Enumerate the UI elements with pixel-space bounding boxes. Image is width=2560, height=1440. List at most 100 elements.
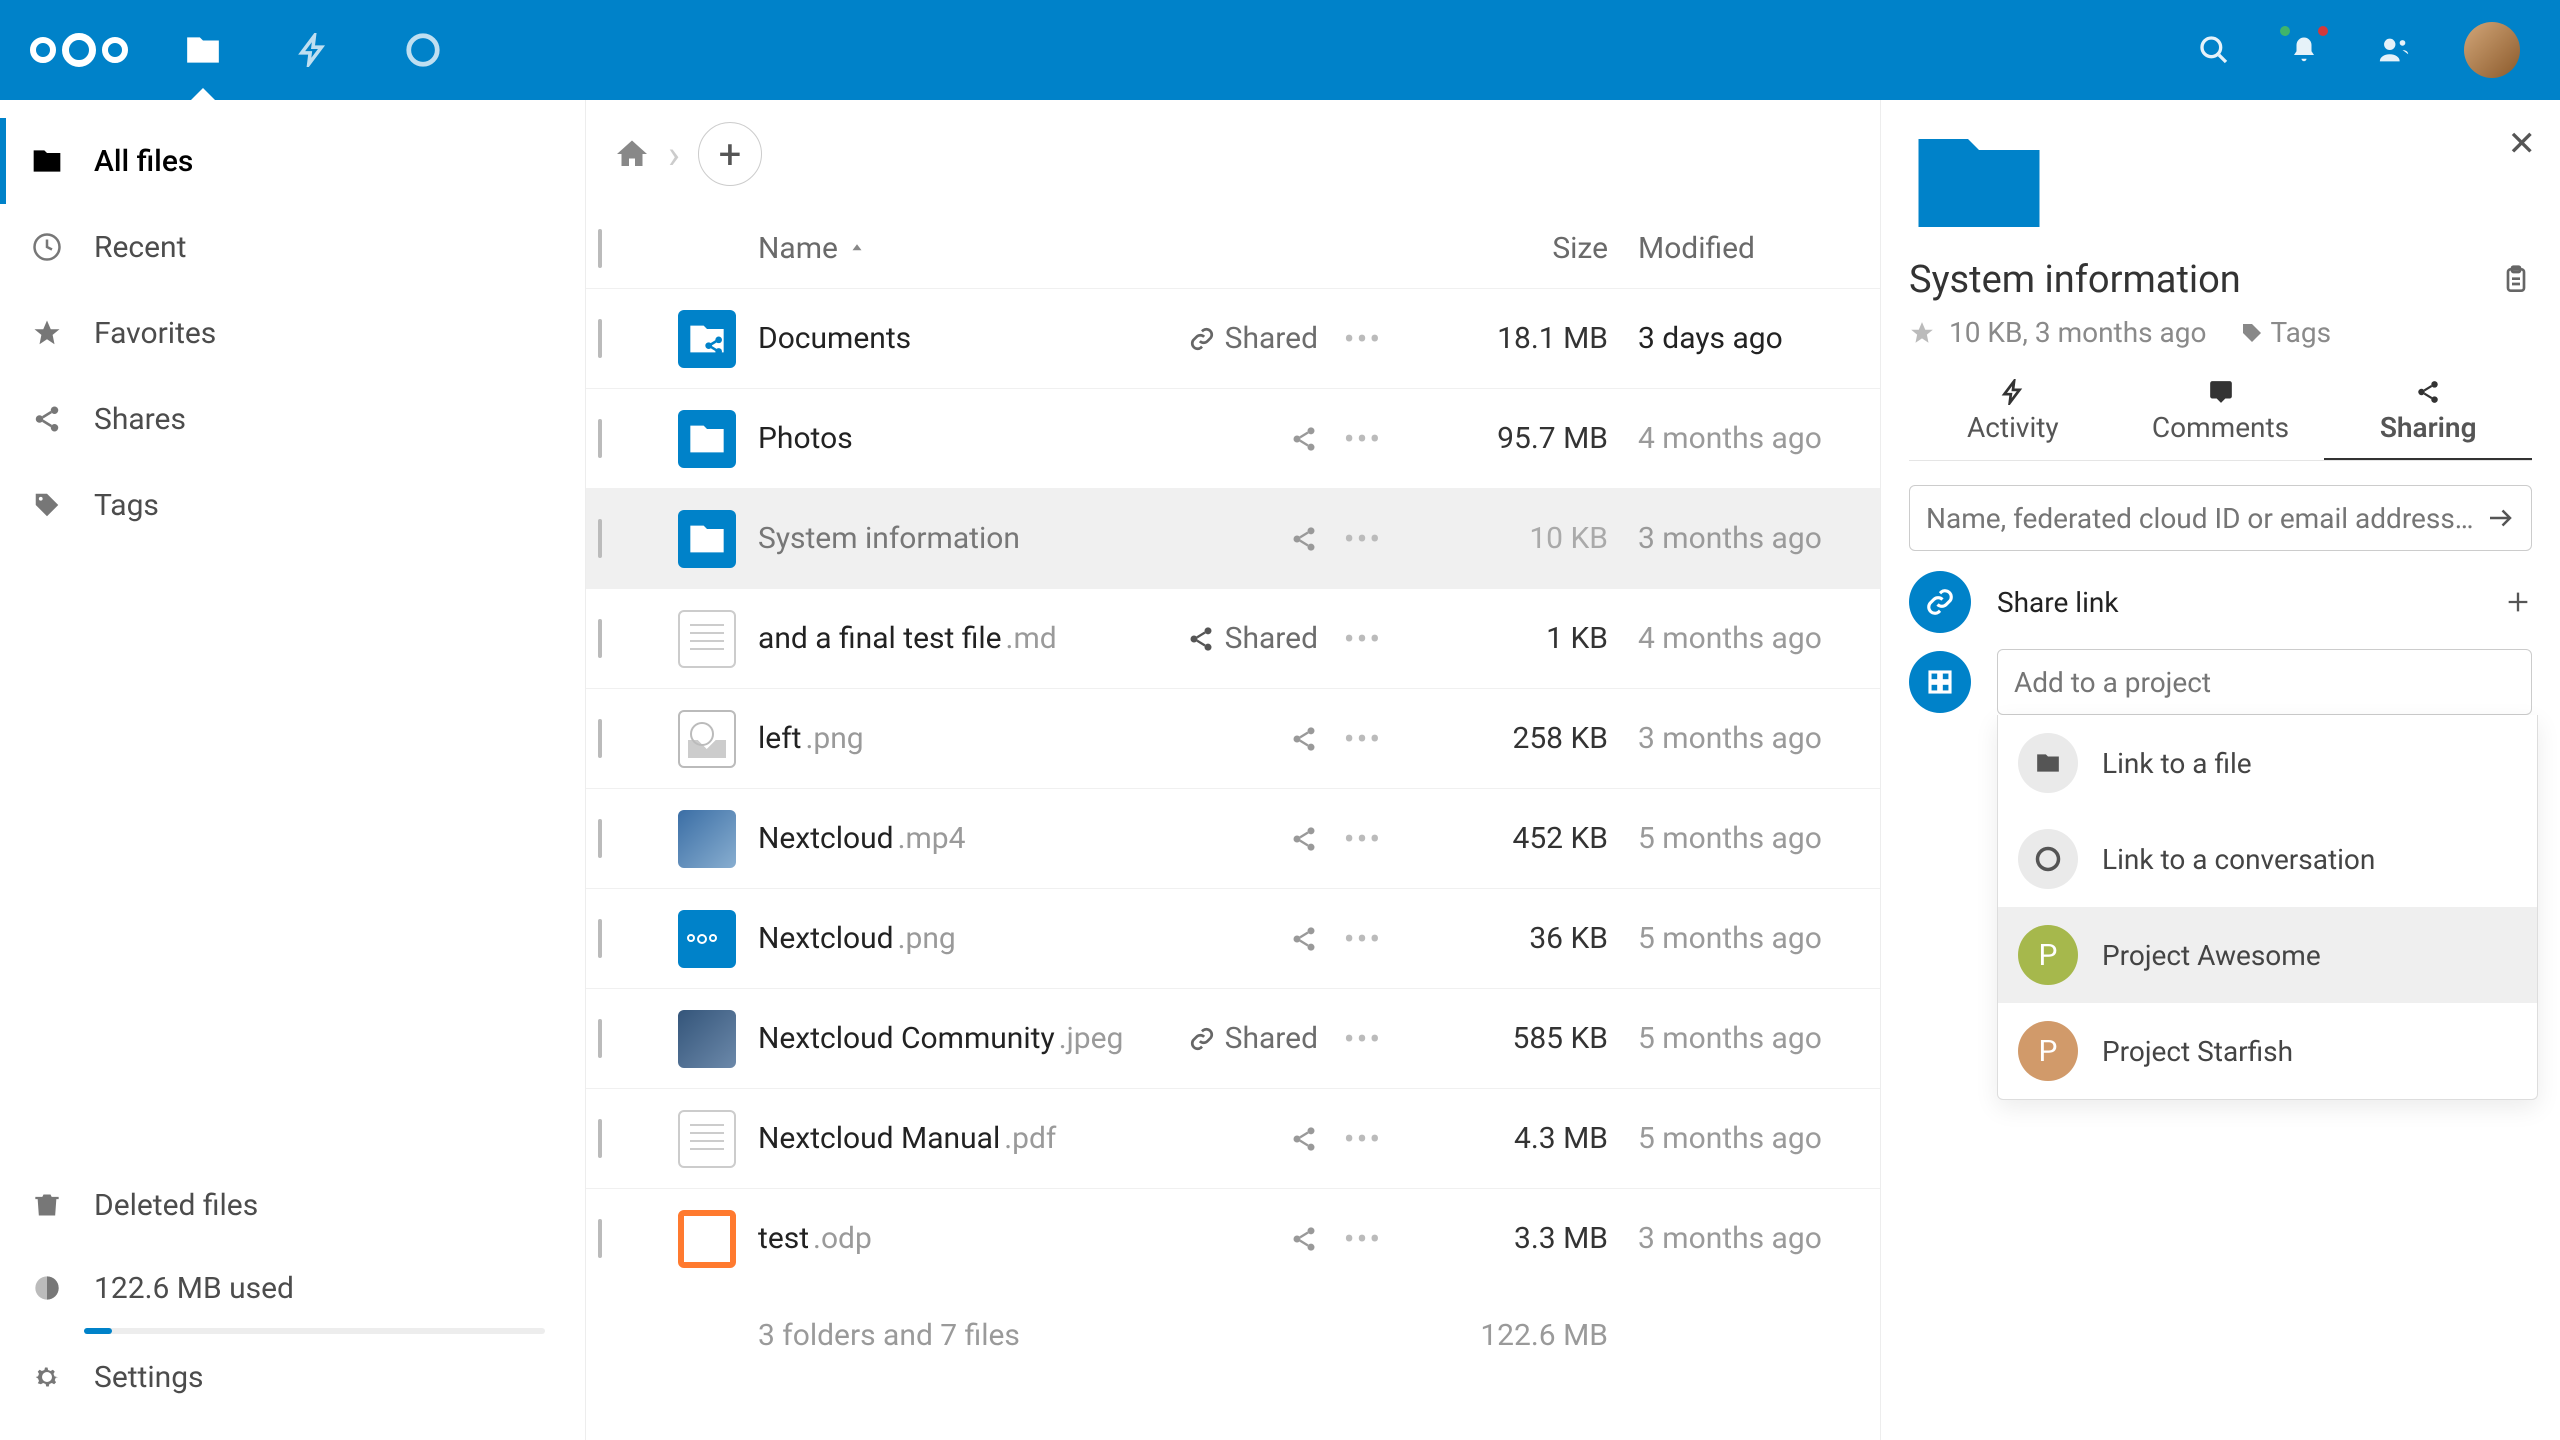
more-icon[interactable]: •••	[1318, 320, 1408, 358]
file-name[interactable]: System information	[758, 521, 1138, 556]
clipboard-icon[interactable]	[2500, 264, 2532, 296]
table-row[interactable]: System information•••10 KB3 months ago	[586, 488, 1880, 588]
row-checkbox[interactable]	[598, 719, 602, 758]
more-icon[interactable]: •••	[1318, 1120, 1408, 1158]
tab-activity[interactable]: Activity	[1909, 369, 2117, 460]
file-name[interactable]: Documents	[758, 321, 1138, 356]
table-row[interactable]: Nextcloud Manual.pdf•••4.3 MB5 months ag…	[586, 1088, 1880, 1188]
file-name[interactable]: Nextcloud Manual.pdf	[758, 1121, 1138, 1156]
share-search-input[interactable]	[1926, 502, 2485, 535]
header-modified[interactable]: Modified	[1608, 231, 1868, 266]
add-button[interactable]: +	[698, 122, 762, 186]
row-checkbox[interactable]	[598, 619, 602, 658]
more-icon[interactable]: •••	[1318, 920, 1408, 958]
home-icon[interactable]	[614, 136, 650, 172]
sidebar-item-all-files[interactable]: All files	[0, 118, 585, 204]
share-search[interactable]	[1909, 485, 2532, 551]
row-checkbox[interactable]	[598, 919, 602, 958]
share-status[interactable]: Shared	[1138, 321, 1318, 356]
add-share-link-icon[interactable]	[2504, 588, 2532, 616]
header-size[interactable]: Size	[1408, 231, 1608, 266]
table-row[interactable]: Photos•••95.7 MB4 months ago	[586, 388, 1880, 488]
tab-comments[interactable]: Comments	[2117, 369, 2325, 460]
dropdown-item[interactable]: PProject Starfish	[1998, 1003, 2537, 1099]
user-avatar[interactable]	[2464, 22, 2520, 78]
close-icon[interactable]: ✕	[2508, 124, 2537, 164]
share-status[interactable]	[1138, 1125, 1318, 1153]
share-status[interactable]: Shared	[1138, 1021, 1318, 1056]
project-input[interactable]	[1997, 649, 2532, 715]
table-row[interactable]: Nextcloud Community.jpegShared•••585 KB5…	[586, 988, 1880, 1088]
dropdown-item-label: Link to a file	[2102, 747, 2252, 780]
file-thumbnail	[678, 1010, 736, 1068]
table-row[interactable]: Nextcloud.png•••36 KB5 months ago	[586, 888, 1880, 988]
file-name[interactable]: test.odp	[758, 1221, 1138, 1256]
row-checkbox[interactable]	[598, 419, 602, 458]
sidebar-item-recent[interactable]: Recent	[0, 204, 585, 290]
row-checkbox[interactable]	[598, 319, 602, 358]
file-modified: 4 months ago	[1608, 621, 1868, 656]
dropdown-item[interactable]: PProject Awesome	[1998, 907, 2537, 1003]
share-status[interactable]	[1138, 1225, 1318, 1253]
file-name[interactable]: Nextcloud Community.jpeg	[758, 1021, 1138, 1056]
more-icon[interactable]: •••	[1318, 520, 1408, 558]
summary-size: 122.6 MB	[1408, 1318, 1608, 1353]
dropdown-item[interactable]: Link to a file	[1998, 715, 2537, 811]
more-icon[interactable]: •••	[1318, 620, 1408, 658]
app-logo[interactable]	[20, 33, 148, 67]
more-icon[interactable]: •••	[1318, 420, 1408, 458]
pie-icon	[28, 1274, 66, 1302]
contacts-icon[interactable]	[2374, 30, 2414, 70]
notifications-icon[interactable]	[2284, 30, 2324, 70]
more-icon[interactable]: •••	[1318, 720, 1408, 758]
nav-activity-icon[interactable]	[288, 0, 338, 100]
tags-button[interactable]: Tags	[2240, 316, 2331, 349]
row-checkbox[interactable]	[598, 519, 602, 558]
file-name[interactable]: left.png	[758, 721, 1138, 756]
more-icon[interactable]: •••	[1318, 1020, 1408, 1058]
table-row[interactable]: DocumentsShared•••18.1 MB3 days ago	[586, 288, 1880, 388]
folder-icon	[1909, 128, 2049, 238]
nav-talk-icon[interactable]	[398, 0, 448, 100]
details-panel: ✕ System information 10 KB, 3 months ago…	[1880, 100, 2560, 1440]
file-modified: 4 months ago	[1608, 421, 1868, 456]
file-modified: 5 months ago	[1608, 1121, 1868, 1156]
row-checkbox[interactable]	[598, 1019, 602, 1058]
table-row[interactable]: test.odp•••3.3 MB3 months ago	[586, 1188, 1880, 1288]
file-name[interactable]: Nextcloud.mp4	[758, 821, 1138, 856]
row-checkbox[interactable]	[598, 819, 602, 858]
search-icon[interactable]	[2194, 30, 2234, 70]
table-row[interactable]: Nextcloud.mp4•••452 KB5 months ago	[586, 788, 1880, 888]
table-row[interactable]: left.png•••258 KB3 months ago	[586, 688, 1880, 788]
table-row[interactable]: and a final test file.mdShared•••1 KB4 m…	[586, 588, 1880, 688]
sidebar-item-tags[interactable]: Tags	[0, 462, 585, 548]
share-status[interactable]: Shared	[1138, 621, 1318, 656]
arrow-right-icon[interactable]	[2485, 503, 2515, 533]
header-name[interactable]: Name	[758, 231, 1138, 266]
more-icon[interactable]: •••	[1318, 1220, 1408, 1258]
row-checkbox[interactable]	[598, 1219, 602, 1258]
sidebar-item-label: Recent	[94, 230, 186, 265]
more-icon[interactable]: •••	[1318, 820, 1408, 858]
sidebar-item-favorites[interactable]: Favorites	[0, 290, 585, 376]
star-icon[interactable]	[1909, 320, 1935, 346]
share-status[interactable]	[1138, 525, 1318, 553]
share-status[interactable]	[1138, 925, 1318, 953]
share-status[interactable]	[1138, 725, 1318, 753]
file-thumbnail	[678, 410, 736, 468]
dropdown-item[interactable]: Link to a conversation	[1998, 811, 2537, 907]
sidebar-item-shares[interactable]: Shares	[0, 376, 585, 462]
file-name[interactable]: and a final test file.md	[758, 621, 1138, 656]
sidebar-item-deleted[interactable]: Deleted files	[0, 1162, 585, 1248]
link-icon[interactable]	[1909, 571, 1971, 633]
share-status[interactable]	[1138, 425, 1318, 453]
share-link-row: Share link	[1909, 571, 2532, 633]
sidebar-item-settings[interactable]: Settings	[0, 1334, 585, 1420]
tab-sharing[interactable]: Sharing	[2324, 369, 2532, 460]
file-name[interactable]: Nextcloud.png	[758, 921, 1138, 956]
row-checkbox[interactable]	[598, 1119, 602, 1158]
share-status[interactable]	[1138, 825, 1318, 853]
select-all-checkbox[interactable]	[598, 229, 602, 268]
file-name[interactable]: Photos	[758, 421, 1138, 456]
nav-files-icon[interactable]	[178, 0, 228, 100]
